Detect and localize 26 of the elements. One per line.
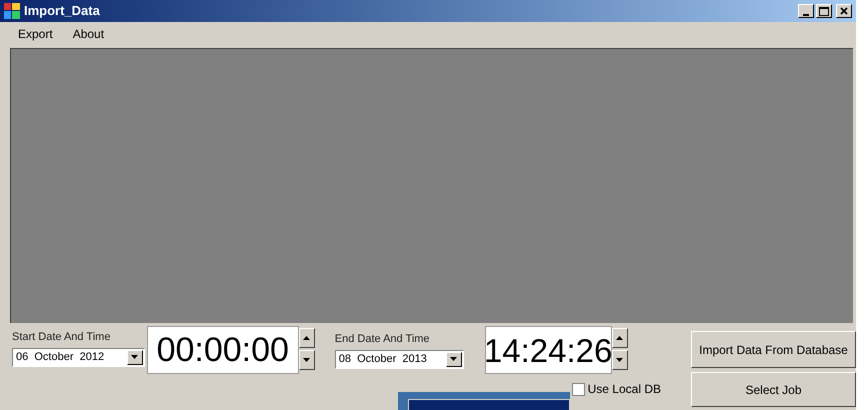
menu-item[interactable]: About (72, 25, 104, 43)
checkbox[interactable] (572, 382, 585, 396)
checkbox-label: Use Local DB (588, 381, 661, 398)
dropdown-arrow-icon (131, 355, 138, 359)
action-button[interactable]: Select Job (691, 372, 856, 407)
menu-item[interactable]: Export (18, 25, 53, 43)
down-arrow-icon (303, 358, 310, 362)
window-title: Import_Data (24, 2, 100, 20)
date-picker[interactable]: 08 October 2013 (334, 350, 464, 368)
time-field[interactable]: 00:00:00 (146, 326, 299, 374)
down-arrow-icon (616, 358, 624, 362)
close-button[interactable] (836, 4, 852, 18)
action-button[interactable]: Import Data From Database (691, 331, 856, 368)
field-label: Start Date And Time (12, 330, 112, 345)
app-icon (4, 3, 20, 19)
maximize-button[interactable] (816, 4, 832, 18)
close-icon (840, 7, 848, 15)
maximize-icon (819, 6, 829, 16)
minimize-icon (802, 13, 810, 17)
field-label: End Date And Time (334, 332, 431, 347)
dropdown-arrow-icon (450, 357, 458, 361)
up-arrow-icon (616, 336, 624, 340)
up-arrow-icon (303, 336, 310, 340)
minimize-button[interactable] (798, 4, 814, 18)
date-picker[interactable]: 06 October 2012 (12, 348, 145, 366)
time-field[interactable]: 14:24:26 (484, 326, 612, 374)
